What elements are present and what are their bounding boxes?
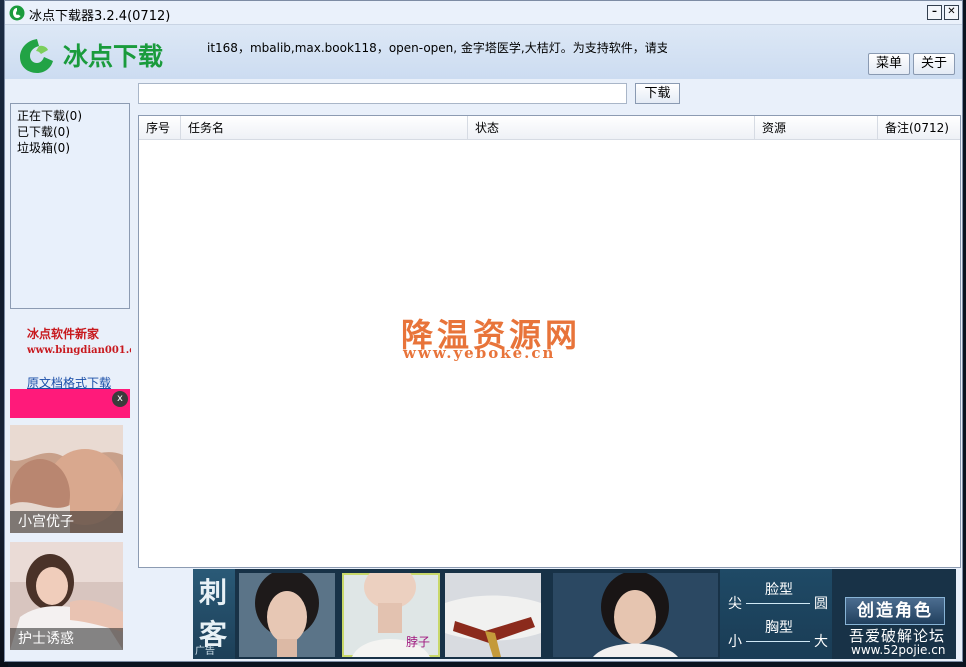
face-label: 脖子 — [406, 635, 431, 649]
category-downloading[interactable]: 正在下载(0) — [17, 108, 123, 124]
download-button[interactable]: 下载 — [635, 83, 680, 104]
app-logo-icon — [9, 5, 25, 21]
brand-logo-icon — [20, 39, 53, 73]
slider-chest-left: 小 — [728, 634, 742, 650]
face-slider-track — [746, 603, 810, 604]
character-face-1 — [239, 573, 335, 657]
banner-ad-tag: 广告 — [195, 646, 215, 657]
ad-image-1[interactable]: 小宫优子 — [10, 425, 123, 533]
app-header: 冰点下载 it168，mbalib,max.book118，open-open,… — [5, 25, 962, 79]
menu-button[interactable]: 菜单 — [868, 53, 910, 75]
character-portrait — [553, 573, 718, 657]
column-index[interactable]: 序号 — [139, 116, 181, 140]
column-status[interactable]: 状态 — [468, 116, 755, 140]
slider-face-right: 圆 — [814, 596, 828, 612]
close-icon: x — [117, 393, 123, 404]
promo-url[interactable]: www.bingdian001.com — [27, 345, 131, 356]
body-shape-sliders: 脸型 尖 圆 胸型 小 大 — [720, 569, 832, 659]
promo-title: 冰点软件新家 — [27, 327, 100, 341]
column-notes[interactable]: 备注(0712) — [878, 116, 962, 140]
ad-header-bar — [10, 389, 130, 418]
chest-slider-track — [746, 641, 810, 642]
url-input[interactable] — [138, 83, 627, 104]
minimize-button[interactable]: – — [927, 5, 942, 20]
brand-name: 冰点下载 — [63, 42, 164, 71]
ad-caption-2: 护士诱惑 — [10, 628, 123, 650]
slider-face-left: 尖 — [728, 596, 742, 612]
window-title: 冰点下载器3.2.4(0712) — [29, 9, 171, 24]
character-outfit — [445, 573, 541, 657]
forum-watermark-url: www.52pojie.cn — [851, 643, 946, 657]
create-character-button[interactable]: 创造角色 — [845, 597, 945, 625]
slider-face-label: 脸型 — [765, 582, 793, 598]
ad-image-2[interactable]: 护士诱惑 — [10, 542, 123, 650]
banner-side-panel: 刺 客 广告 — [193, 569, 235, 659]
scrolling-notice: it168，mbalib,max.book118，open-open, 金字塔医… — [207, 41, 667, 55]
banner-ad[interactable]: 刺 客 广告 脖子 脸型 尖 圆 胸型 小 大 创造角色 吾爱破解论坛 www.… — [193, 569, 956, 659]
ad-caption-1: 小宫优子 — [10, 511, 123, 533]
app-window: 冰点下载器3.2.4(0712) – ✕ 冰点下载 it168，mbalib,m… — [4, 0, 963, 662]
watermark-url: www.yeboke.cn — [403, 344, 556, 362]
banner-vertical-text-1: 刺 — [199, 576, 228, 609]
slider-chest-label: 胸型 — [765, 620, 793, 636]
slider-chest-right: 大 — [814, 634, 828, 650]
category-list: 正在下载(0) 已下载(0) 垃圾箱(0) — [10, 103, 130, 309]
category-downloaded[interactable]: 已下载(0) — [17, 124, 123, 140]
column-task-name[interactable]: 任务名 — [181, 116, 468, 140]
about-button[interactable]: 关于 — [913, 53, 955, 75]
title-bar: 冰点下载器3.2.4(0712) – ✕ — [5, 1, 962, 25]
close-icon: ✕ — [947, 6, 956, 17]
minimize-icon: – — [932, 6, 937, 17]
category-trash[interactable]: 垃圾箱(0) — [17, 140, 123, 156]
close-button[interactable]: ✕ — [944, 5, 959, 20]
task-table: 序号 任务名 状态 资源 备注(0712) 降温资源网 www.yeboke.c… — [138, 115, 961, 568]
table-header: 序号 任务名 状态 资源 备注(0712) — [139, 116, 960, 140]
ad-close-button[interactable]: x — [112, 391, 128, 407]
column-source[interactable]: 资源 — [755, 116, 878, 140]
